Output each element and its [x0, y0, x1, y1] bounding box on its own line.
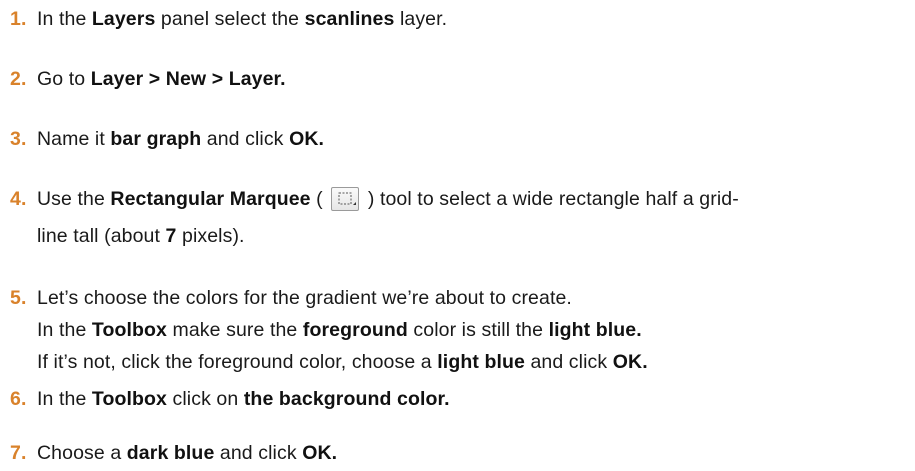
step-text: Name it bar graph and click OK. [37, 128, 325, 150]
step-number: 1. [10, 8, 27, 30]
step-text: Use the Rectangular Marquee ( ) tool to … [37, 187, 739, 247]
step-text: In the Layers panel select the scanlines… [37, 8, 448, 30]
step-text: In the Toolbox click on the background c… [37, 388, 450, 410]
step-text: Choose a dark blue and click OK. [37, 442, 338, 464]
step-number: 4. [10, 188, 27, 210]
instruction-steps: 1. In the Layers panel select the scanli… [0, 0, 915, 471]
step-5: 5. Let’s choose the colors for the gradi… [10, 283, 907, 377]
step-text: Go to Layer > New > Layer. [37, 68, 286, 90]
step-2: 2. Go to Layer > New > Layer. [10, 64, 907, 94]
step-4: 4. Use the Rectangular Marquee ( ) tool … [10, 184, 907, 251]
step-7: 7. Choose a dark blue and click OK. [10, 438, 907, 468]
step-number: 2. [10, 68, 27, 90]
step-number: 7. [10, 442, 27, 464]
step-3: 3. Name it bar graph and click OK. [10, 124, 907, 154]
rectangular-marquee-tool-icon [331, 187, 360, 211]
step-1: 1. In the Layers panel select the scanli… [10, 4, 907, 34]
step-6: 6. In the Toolbox click on the backgroun… [10, 384, 907, 414]
step-number: 6. [10, 388, 27, 410]
step-number: 5. [10, 287, 27, 309]
step-number: 3. [10, 128, 27, 150]
step-text: Let’s choose the colors for the gradient… [37, 287, 648, 373]
